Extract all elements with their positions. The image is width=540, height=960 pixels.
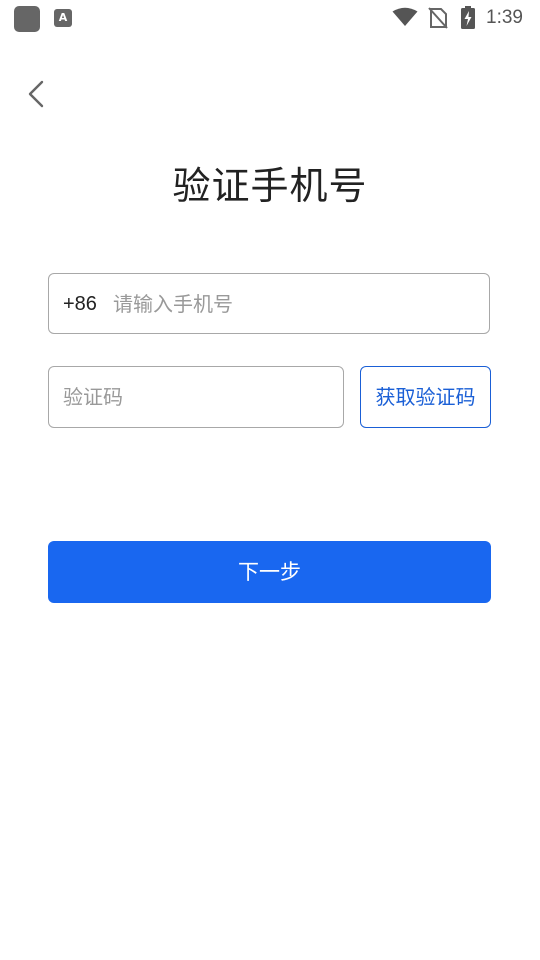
verification-code-input[interactable] [63, 367, 333, 427]
notification-a-icon: A [54, 9, 72, 27]
page-title: 验证手机号 [172, 164, 368, 208]
phone-input[interactable] [113, 274, 473, 334]
phone-field: +86 [48, 273, 490, 334]
next-button[interactable]: 下一步 [48, 541, 491, 603]
status-time: 1:39 [486, 7, 523, 28]
battery-charging-icon [461, 6, 475, 29]
get-code-button[interactable]: 获取验证码 [360, 366, 491, 428]
wifi-icon [392, 7, 418, 26]
status-bar: A 1:39 [0, 0, 540, 36]
code-field [48, 366, 344, 428]
no-sim-icon [428, 7, 448, 29]
app-icon [14, 6, 40, 32]
back-button[interactable] [20, 76, 56, 112]
country-code[interactable]: +86 [63, 274, 97, 334]
chevron-left-icon [28, 80, 44, 108]
